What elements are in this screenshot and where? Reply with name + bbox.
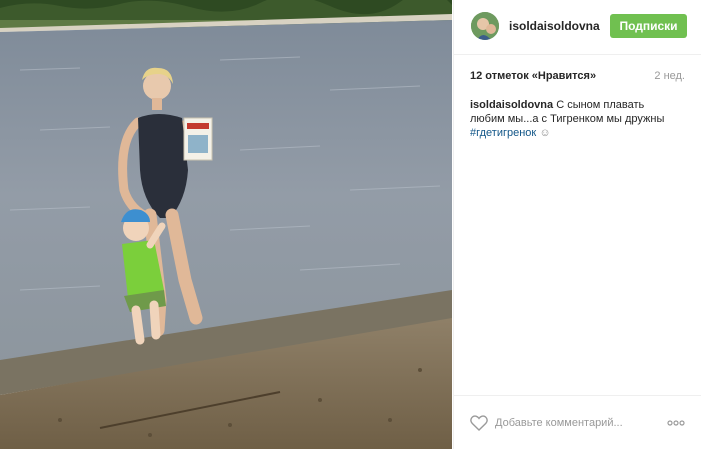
smile-emoji: ☺ [539, 127, 551, 139]
username-link[interactable]: isoldaisoldovna [509, 19, 600, 33]
caption-username[interactable]: isoldaisoldovna [470, 99, 553, 111]
photo-scene [0, 0, 452, 449]
post-info-panel: isoldaisoldovna Подписки 12 отметок «Нра… [453, 0, 701, 449]
likes-count[interactable]: 12 отметок «Нравится» [470, 70, 596, 82]
more-dots-icon[interactable] [667, 420, 685, 426]
post-time[interactable]: 2 нед. [654, 70, 685, 82]
hashtag-link[interactable]: #гдетигренок [470, 127, 536, 139]
comment-bar [454, 395, 701, 449]
avatar[interactable] [471, 12, 499, 40]
follow-button[interactable]: Подписки [610, 14, 687, 38]
post-header: isoldaisoldovna Подписки [454, 0, 701, 55]
post-caption: isoldaisoldovna С сыном плавать любим мы… [470, 98, 670, 140]
comment-input[interactable] [495, 414, 625, 432]
post-photo[interactable] [0, 0, 452, 449]
heart-outline-icon[interactable] [470, 415, 488, 431]
